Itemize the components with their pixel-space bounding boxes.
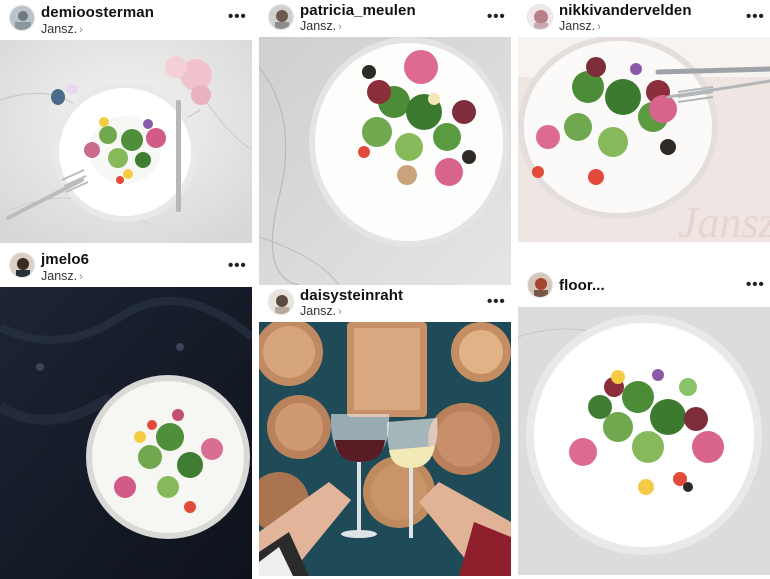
watermark: Jansz. — [678, 198, 770, 242]
username[interactable]: jmelo6 — [41, 251, 89, 268]
more-options-icon[interactable]: ••• — [487, 9, 506, 24]
more-options-icon[interactable]: ••• — [746, 277, 765, 292]
location-link[interactable]: Jansz. › — [559, 19, 601, 33]
more-options-icon[interactable]: ••• — [228, 9, 247, 24]
username[interactable]: patricia_meulen — [300, 2, 416, 19]
username[interactable]: floor... — [559, 277, 605, 294]
avatar[interactable] — [9, 252, 35, 278]
avatar[interactable] — [9, 5, 35, 31]
post-header: patricia_meulen Jansz. › ••• — [259, 0, 511, 40]
chevron-right-icon: › — [597, 21, 601, 33]
post-photo[interactable] — [259, 322, 511, 576]
location-link[interactable]: Jansz. › — [300, 19, 342, 33]
avatar[interactable] — [268, 289, 294, 315]
location-link[interactable]: Jansz. › — [41, 22, 83, 36]
post-photo[interactable] — [259, 37, 511, 285]
post-header: floor... ••• — [518, 268, 770, 308]
username[interactable]: daisysteinraht — [300, 287, 403, 304]
more-options-icon[interactable]: ••• — [228, 258, 247, 273]
more-options-icon[interactable]: ••• — [746, 9, 765, 24]
post-header: jmelo6 Jansz. › ••• — [0, 246, 252, 286]
avatar[interactable] — [268, 4, 294, 30]
location-link[interactable]: Jansz. › — [41, 269, 83, 283]
chevron-right-icon: › — [79, 24, 83, 36]
username[interactable]: demioosterman — [41, 4, 154, 21]
post-header: demioosterman Jansz. › ••• — [0, 0, 252, 40]
post-photo[interactable] — [0, 287, 252, 579]
avatar[interactable] — [527, 4, 553, 30]
avatar[interactable] — [527, 272, 553, 298]
chevron-right-icon: › — [338, 21, 342, 33]
location-link[interactable]: Jansz. › — [300, 304, 342, 318]
chevron-right-icon: › — [79, 271, 83, 283]
username[interactable]: nikkivandervelden — [559, 2, 692, 19]
more-options-icon[interactable]: ••• — [487, 294, 506, 309]
post-header: daisysteinraht Jansz. › ••• — [259, 285, 511, 325]
post-photo[interactable] — [518, 307, 770, 575]
post-photo[interactable]: Jansz. — [518, 37, 770, 242]
post-photo[interactable] — [0, 40, 252, 243]
post-header: nikkivandervelden Jansz. › ••• — [518, 0, 770, 40]
chevron-right-icon: › — [338, 306, 342, 318]
